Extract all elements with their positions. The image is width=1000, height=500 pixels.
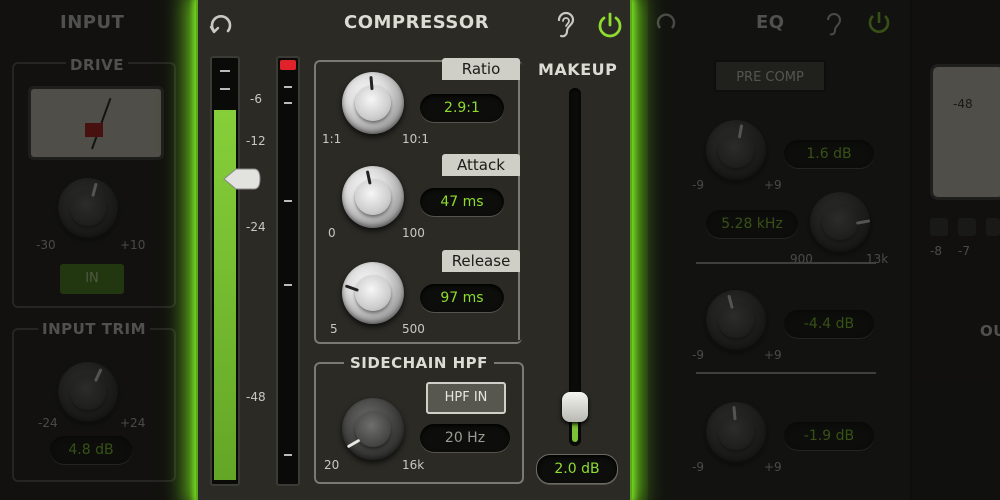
sidechain-hpf-label: SIDECHAIN HPF <box>344 354 494 372</box>
drive-min-label: -30 <box>36 238 56 252</box>
vu-led <box>85 123 103 137</box>
eq-low-max: +9 <box>764 178 782 192</box>
scale-label: -8 <box>930 244 942 258</box>
eq-mid-gain-value: -4.4 dB <box>784 310 874 338</box>
meter-mark <box>284 284 292 286</box>
eq-curve-line <box>696 372 876 410</box>
meter-mark <box>284 454 292 456</box>
ear-icon[interactable] <box>824 10 844 38</box>
input-panel: INPUT DRIVE -30 +10 IN INPUT TRIM -24 +2… <box>0 0 188 500</box>
drive-max-label: +10 <box>120 238 146 252</box>
trim-min-label: -24 <box>38 416 58 430</box>
makeup-label: MAKEUP <box>538 60 618 79</box>
eq-low-gain-knob[interactable] <box>706 120 766 180</box>
attack-value: 47 ms <box>420 188 504 216</box>
eq-mid-freq-knob[interactable] <box>810 192 870 252</box>
power-icon[interactable] <box>596 11 624 39</box>
attack-min-label: 0 <box>328 226 336 240</box>
power-icon[interactable] <box>866 10 892 36</box>
sidechain-hpf-knob[interactable] <box>342 398 404 460</box>
meter-scale-label: -24 <box>246 220 266 234</box>
makeup-slider-handle[interactable] <box>562 392 588 422</box>
reset-icon[interactable] <box>208 12 234 38</box>
hpf-in-button[interactable]: HPF IN <box>426 382 506 414</box>
eq-panel: EQ PRE COMP -9 +9 1.6 dB 5.28 kHz 900 13… <box>648 0 910 500</box>
output-vu-meter: -48 <box>930 64 1000 200</box>
drive-vu-meter <box>28 86 164 160</box>
trim-max-label: +24 <box>120 416 146 430</box>
input-trim-knob[interactable] <box>58 362 118 422</box>
eq-title: EQ <box>756 12 785 33</box>
release-label: Release <box>442 250 520 272</box>
eq-high-gain-value: -1.9 dB <box>784 422 874 450</box>
ratio-value: 2.9:1 <box>420 94 504 122</box>
vu-reading: -48 <box>953 97 973 111</box>
threshold-handle[interactable] <box>222 166 262 192</box>
output-panel: -48 -8 -7 OU <box>912 0 1000 500</box>
eq-mid-min: -9 <box>692 348 704 362</box>
makeup-value: 2.0 dB <box>536 454 618 484</box>
hpf-value: 20 Hz <box>420 424 510 452</box>
meter-mark <box>284 86 292 88</box>
ratio-min-label: 1:1 <box>322 132 342 146</box>
input-trim-value: 4.8 dB <box>50 436 132 464</box>
attack-label: Attack <box>442 154 520 176</box>
drive-knob[interactable] <box>58 178 118 238</box>
meter-mark <box>284 200 292 202</box>
meter-mark <box>220 88 230 90</box>
hpf-min-label: 20 <box>324 458 340 472</box>
drive-label: DRIVE <box>66 56 128 74</box>
input-in-button[interactable]: IN <box>60 264 124 294</box>
hpf-max-label: 16k <box>402 458 425 472</box>
eq-high-gain-knob[interactable] <box>706 402 766 462</box>
ratio-knob[interactable] <box>342 72 404 134</box>
compressor-panel: COMPRESSOR -6 -12 -24 -48 Ratio 1:1 10:1… <box>196 0 632 500</box>
eq-mid-max: +9 <box>764 348 782 362</box>
eq-high-min: -9 <box>692 460 704 474</box>
meter-scale-label: -12 <box>246 134 266 148</box>
attack-knob[interactable] <box>342 166 404 228</box>
gain-reduction-meter <box>276 56 300 486</box>
led <box>986 218 1000 236</box>
release-knob[interactable] <box>342 262 404 324</box>
eq-curve-line <box>696 262 876 304</box>
eq-low-gain-value: 1.6 dB <box>784 140 874 168</box>
eq-mid-freq-value: 5.28 kHz <box>706 210 798 238</box>
meter-scale-label: -6 <box>250 92 262 106</box>
section-divider <box>518 60 520 340</box>
attack-max-label: 100 <box>402 226 425 240</box>
scale-label: -7 <box>958 244 970 258</box>
input-panel-title: INPUT <box>60 12 125 33</box>
meter-mark <box>220 70 230 72</box>
led <box>930 218 948 236</box>
meter-scale-label: -48 <box>246 390 266 404</box>
ear-icon[interactable] <box>554 10 576 40</box>
ratio-max-label: 10:1 <box>402 132 429 146</box>
eq-high-max: +9 <box>764 460 782 474</box>
led <box>958 218 976 236</box>
release-value: 97 ms <box>420 284 504 312</box>
release-max-label: 500 <box>402 322 425 336</box>
reset-icon[interactable] <box>654 10 678 34</box>
ratio-label: Ratio <box>442 58 520 80</box>
release-min-label: 5 <box>330 322 338 336</box>
output-label: OU <box>980 322 1000 340</box>
clip-indicator <box>280 60 296 70</box>
meter-mark <box>284 102 292 104</box>
eq-low-min: -9 <box>692 178 704 192</box>
pre-comp-button[interactable]: PRE COMP <box>714 60 826 92</box>
compressor-title: COMPRESSOR <box>344 12 490 33</box>
input-level-meter <box>210 56 240 486</box>
input-trim-label: INPUT TRIM <box>38 320 151 338</box>
